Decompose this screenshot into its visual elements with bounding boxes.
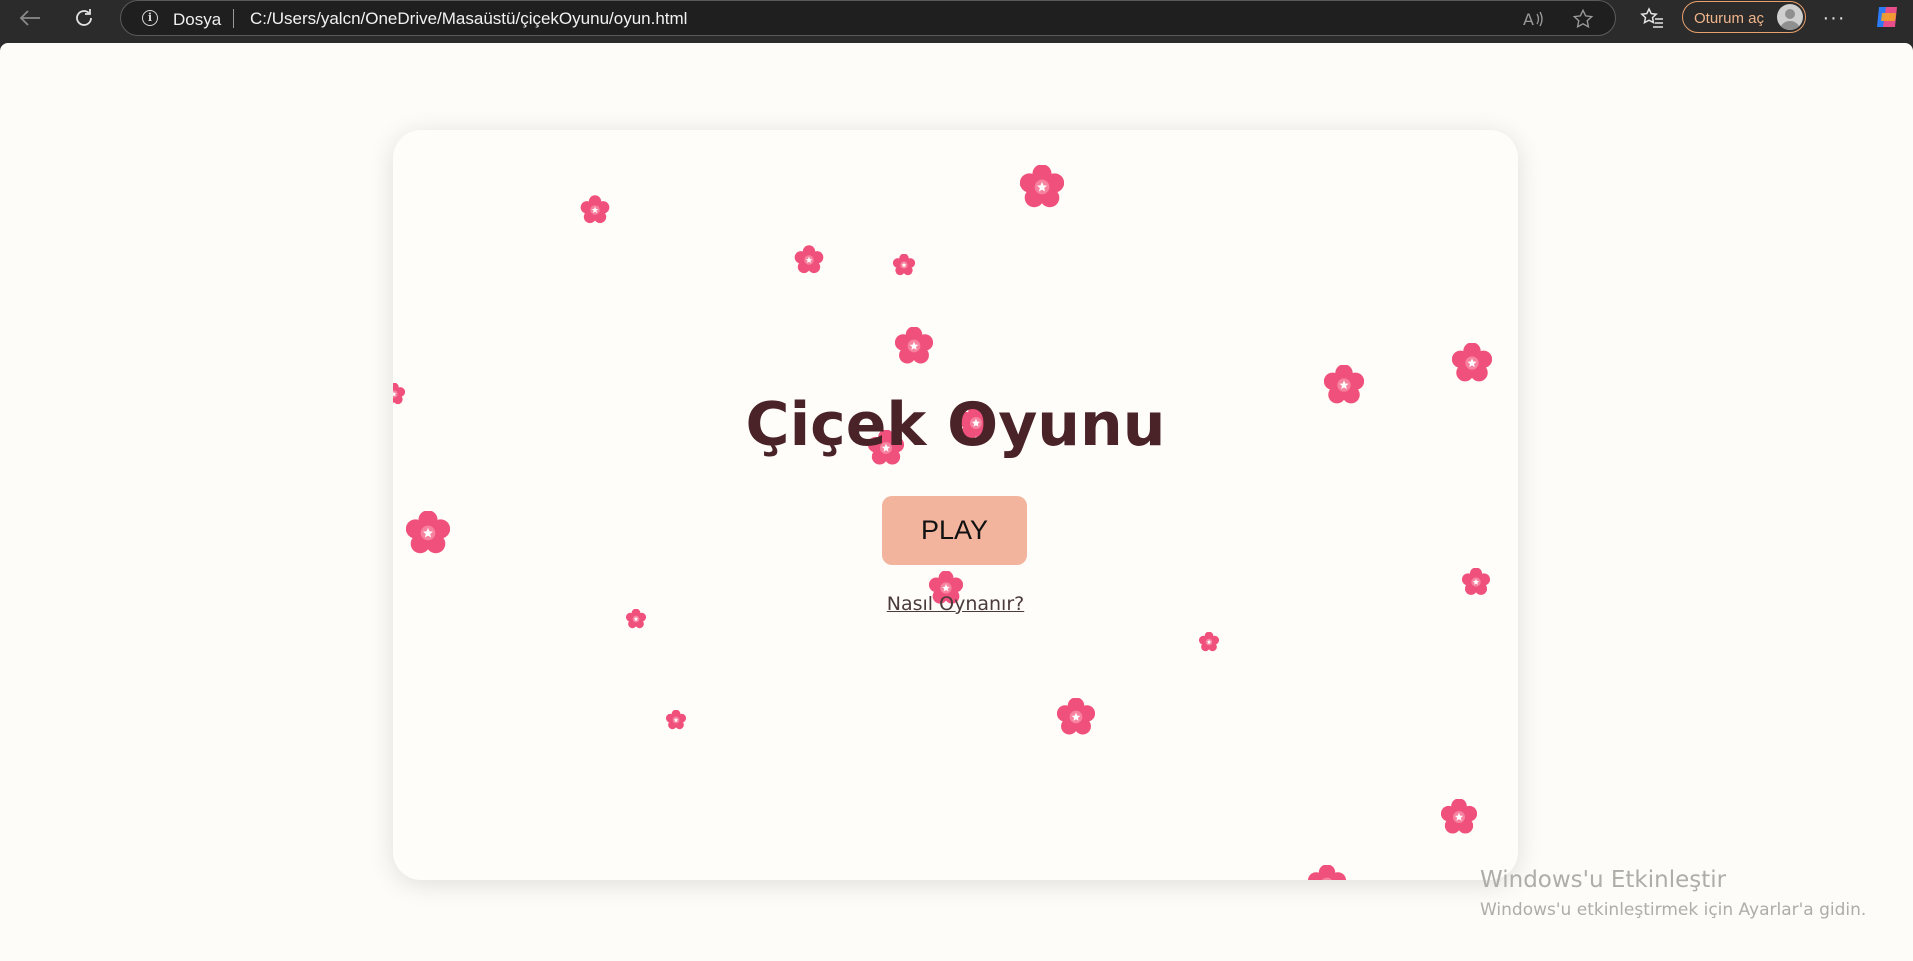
flower-icon [1308, 865, 1346, 880]
info-icon[interactable]: i [142, 10, 158, 26]
divider [233, 9, 234, 28]
flower-icon [895, 327, 933, 364]
flower-icon [794, 245, 824, 274]
activation-watermark-text: Windows'u etkinleştirmek için Ayarlar'a … [1480, 900, 1867, 920]
flower-icon [1441, 799, 1477, 834]
refresh-icon[interactable] [66, 4, 102, 32]
signin-label: Oturum aç [1694, 10, 1765, 27]
back-icon[interactable] [12, 4, 48, 32]
read-aloud-icon[interactable]: A [1523, 9, 1545, 34]
browser-toolbar: i Dosya C:/Users/yalcn/OneDrive/Masaüstü… [0, 0, 1913, 36]
page-viewport: Çiçek Oyunu PLAY Nasıl Oynanır? Windows'… [0, 43, 1913, 961]
play-button[interactable]: PLAY [882, 496, 1027, 565]
flower-icon [406, 511, 450, 554]
favorite-star-icon[interactable] [1572, 8, 1594, 35]
signin-button[interactable]: Oturum aç [1682, 1, 1806, 33]
flower-icon [1452, 343, 1492, 382]
more-menu-icon[interactable]: ··· [1816, 4, 1852, 32]
game-title: Çiçek Oyunu [745, 390, 1166, 460]
flower-icon [1020, 165, 1064, 208]
favorites-list-icon[interactable] [1634, 4, 1670, 32]
flower-icon [1462, 568, 1490, 595]
flower-icon [580, 195, 610, 224]
game-card: Çiçek Oyunu PLAY Nasıl Oynanır? [393, 130, 1518, 880]
copilot-icon[interactable] [1874, 4, 1900, 30]
flower-icon [666, 710, 686, 730]
flower-icon [893, 254, 915, 276]
site-label: Dosya [173, 10, 222, 29]
activation-watermark-title: Windows'u Etkinleştir [1480, 867, 1727, 893]
flower-icon [1199, 632, 1219, 652]
address-bar[interactable]: i Dosya C:/Users/yalcn/OneDrive/Masaüstü… [120, 0, 1616, 36]
flower-icon [1057, 698, 1095, 735]
svg-text:A: A [1523, 10, 1534, 29]
url-text[interactable]: C:/Users/yalcn/OneDrive/Masaüstü/çiçekOy… [250, 9, 687, 29]
how-to-play-link[interactable]: Nasıl Oynanır? [887, 593, 1024, 615]
avatar-icon [1777, 4, 1803, 30]
